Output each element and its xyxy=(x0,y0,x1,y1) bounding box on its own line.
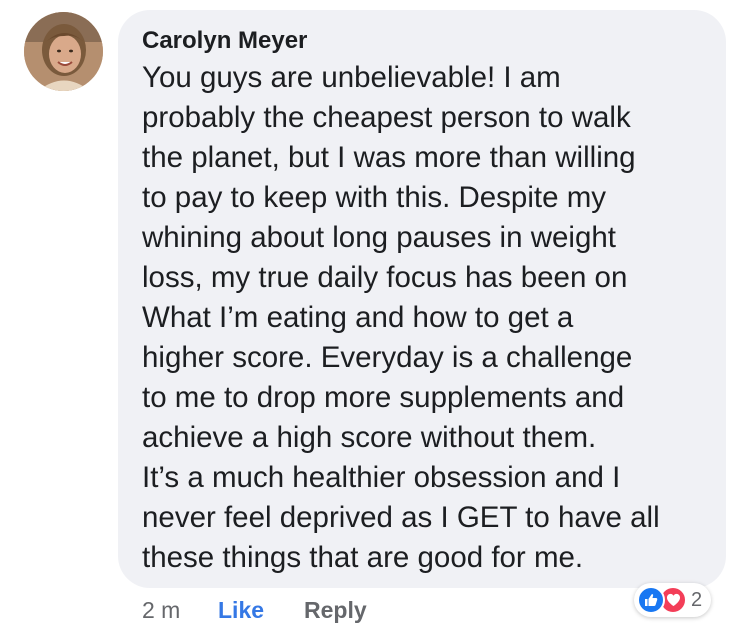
comment-line: probably the cheapest person to walk xyxy=(142,101,631,134)
like-button[interactable]: Like xyxy=(218,597,304,624)
reaction-count: 2 xyxy=(691,588,703,611)
author-name[interactable]: Carolyn Meyer xyxy=(142,25,716,57)
comment-bubble: Carolyn Meyer You guys are unbelievable!… xyxy=(118,10,726,588)
reply-button[interactable]: Reply xyxy=(304,597,367,624)
avatar[interactable] xyxy=(24,12,103,91)
comment-body: You guys are unbelievable! I am probably … xyxy=(142,58,716,578)
comment-line: the planet, but I was more than willing xyxy=(142,141,636,174)
avatar-photo xyxy=(24,12,103,91)
comment-line: to pay to keep with this. Despite my xyxy=(142,181,607,214)
comment: Carolyn Meyer You guys are unbelievable!… xyxy=(0,0,750,633)
comment-actions: 2 m Like Reply xyxy=(142,596,367,624)
comment-line: these things that are good for me. xyxy=(142,541,584,574)
timestamp[interactable]: 2 m xyxy=(142,597,218,624)
comment-line: What I’m eating and how to get a xyxy=(142,301,574,334)
comment-line: It’s a much healthier obsession and I xyxy=(142,461,621,494)
comment-line: You guys are unbelievable! I am xyxy=(142,61,561,94)
comment-line: to me to drop more supplements and xyxy=(142,381,625,414)
reactions-summary[interactable]: 2 xyxy=(634,583,712,617)
comment-line: loss, my true daily focus has been on xyxy=(142,261,628,294)
comment-line: never feel deprived as I GET to have all xyxy=(142,501,660,534)
thumbs-up-icon xyxy=(637,586,665,614)
comment-line: whining about long pauses in weight xyxy=(142,221,616,254)
comment-line: achieve a high score without them. xyxy=(142,421,597,454)
comment-line: higher score. Everyday is a challenge xyxy=(142,341,633,374)
